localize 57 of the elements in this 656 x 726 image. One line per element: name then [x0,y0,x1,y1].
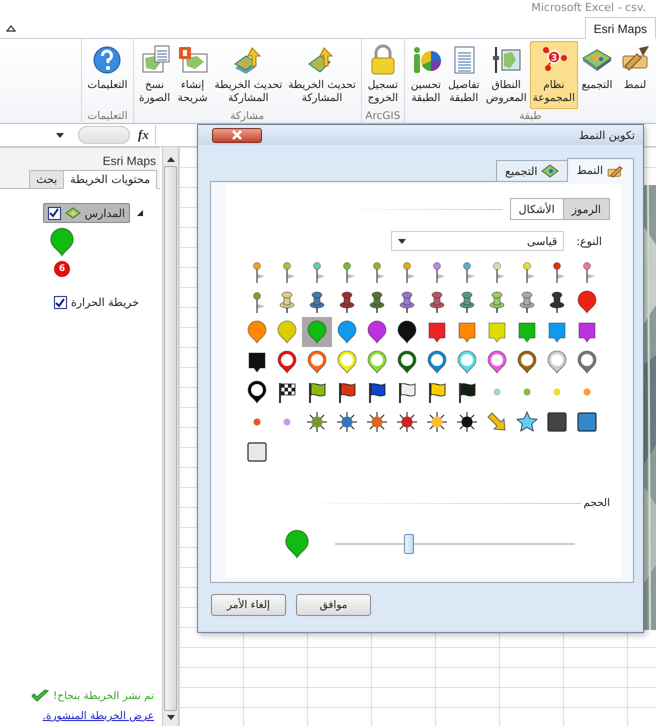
ribbon-button[interactable]: تحديث الخريطة المشاركة [212,41,286,109]
ribbon-button[interactable]: تفاصيل الطبقة [444,41,483,109]
map-icon [64,206,81,220]
map-slider-icon [490,44,522,76]
ribbon-button[interactable]: النطاق المعروض [482,41,530,109]
cancel-button[interactable]: إلغاء الأمر [211,594,286,616]
group-label: ArcGIS [365,110,400,123]
ribbon-button[interactable]: لنمط [616,41,654,109]
type-dropdown[interactable]: قياسى [391,231,564,251]
ribbon-tab[interactable]: Esri Maps [584,17,656,39]
group-label: التعليمات [87,110,128,123]
ribbon-button[interactable]: تحديث الخريطة المشاركة [285,41,359,109]
mode-tab[interactable]: الرموز [562,198,610,220]
pane-title: Esri Maps [102,153,157,170]
dialog-tab[interactable]: التجميع [496,160,568,181]
map-marker-icon [47,227,77,257]
group-label: مشاركة [230,110,264,123]
help-icon [91,44,124,76]
ribbon-button[interactable]: تسجيل الخروج [364,41,402,109]
layer-item[interactable]: المدارس [42,203,130,223]
brush-icon [607,164,625,178]
expand-arrow-icon[interactable] [136,209,144,217]
scrollbar[interactable] [162,147,178,726]
window-title: Microsoft Excel - csv. [531,1,646,16]
close-button[interactable] [212,128,262,142]
checkbox[interactable] [48,206,61,220]
type-label: النوع: [576,234,602,248]
checkbox[interactable] [54,296,67,309]
group-label: طبقة [519,110,542,123]
ribbon-button[interactable]: التجميع [578,41,616,109]
ribbon-button[interactable]: نسخ الصورة [136,41,174,109]
dropdown-icon [398,238,406,244]
published-map-link[interactable]: عرض الخريطة المنشورة. [0,710,154,722]
ribbon-button[interactable]: تحسين الطبقة [406,41,445,109]
layer-item[interactable]: خريطة الحرارة [48,293,144,312]
scroll-up-icon[interactable] [166,157,174,162]
formula-divider [78,126,130,144]
ribbon-button[interactable]: إنشاء شريحة [174,41,212,109]
ribbon-button[interactable]: التعليمات [84,41,131,109]
function-label[interactable]: fx [138,127,149,143]
count-badge: 6 [54,261,70,277]
scroll-down-icon[interactable] [166,715,174,720]
map-icon [541,164,560,178]
pane-tab[interactable]: بحث [29,170,64,189]
mode-tab[interactable]: الأشكال [510,198,564,220]
collapse-ribbon-icon[interactable] [6,24,16,32]
ok-button[interactable]: موافق [296,594,371,616]
dialog-title: تكوين النمط [578,128,635,142]
success-message: تم نشر الخريطة بنجاح! [53,690,154,702]
close-icon [231,130,243,140]
map-marker-icon [282,529,312,559]
dropdown-icon [56,132,64,138]
size-label: الحجم [583,497,610,509]
pane-tab[interactable]: محتويات الخريطة [63,170,157,189]
dialog-tab[interactable]: النمط [567,158,634,182]
checkmark-icon [31,689,50,703]
slider-thumb[interactable] [404,534,414,554]
